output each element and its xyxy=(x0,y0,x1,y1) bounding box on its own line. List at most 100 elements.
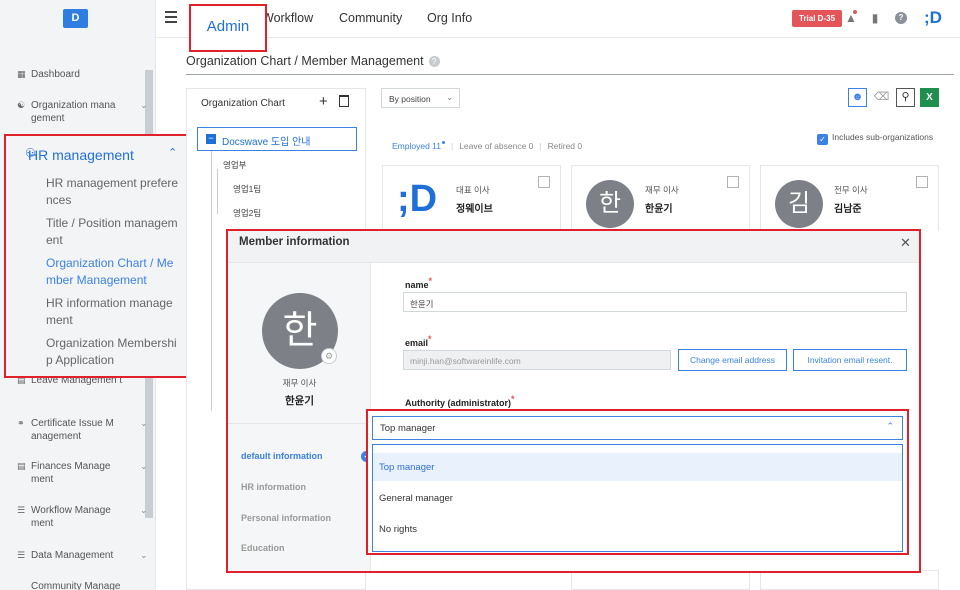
member-checkbox[interactable] xyxy=(727,176,739,188)
hr-management-menu: HR management ⚇ ⌃ HR management prefere … xyxy=(4,134,191,378)
authority-label-text: Authority (administrator) xyxy=(405,398,512,408)
member-card[interactable]: 김 전무 이사 김남준 xyxy=(760,165,939,231)
sort-select[interactable]: By position ⌄ xyxy=(381,88,460,108)
sidebar-item-label: Finances Manage ment xyxy=(31,461,111,485)
include-sub-orgs-label: Includes sub-organizations xyxy=(832,132,934,142)
member-checkbox[interactable] xyxy=(916,176,928,188)
avatar: 김 xyxy=(775,180,823,228)
chevron-down-icon: ⌄ xyxy=(140,100,148,110)
database-icon: ☰ xyxy=(17,550,26,560)
org-node[interactable]: 영업2팀 xyxy=(233,207,261,219)
nav-community[interactable]: Community xyxy=(339,11,402,25)
filter-retired[interactable]: Retired 0 xyxy=(548,141,583,151)
authority-options: Top manager General manager No rights xyxy=(372,444,903,552)
change-email-button[interactable]: Change email address xyxy=(678,349,787,371)
tab-personal-information[interactable]: Personal information xyxy=(241,513,331,523)
trial-badge[interactable]: Trial D-35 xyxy=(792,10,843,27)
filter-employed[interactable]: Employed 11 xyxy=(392,141,441,151)
dashboard-icon: ▦ xyxy=(17,69,26,79)
page-title-text: Organization Chart / Member Management xyxy=(186,54,424,68)
brand-logo[interactable]: ;D xyxy=(924,8,942,28)
help-icon[interactable]: ? xyxy=(895,12,907,24)
authority-label: Authority (administrator)* xyxy=(405,394,515,408)
member-card[interactable]: 한 재무 이사 한윤기 xyxy=(571,165,750,231)
profile-role: 재무 이사 xyxy=(282,378,317,388)
member-name: 한윤기 xyxy=(645,204,673,215)
delete-member-button[interactable]: ⌫ xyxy=(872,88,891,107)
option-general-manager[interactable]: General manager xyxy=(373,484,902,512)
logo-area: D xyxy=(0,0,156,38)
nav-admin[interactable]: Admin xyxy=(189,4,267,52)
option-no-rights[interactable]: No rights xyxy=(373,515,902,543)
tree-line xyxy=(217,169,218,214)
finances-icon: ▤ xyxy=(17,461,26,471)
tab-hr-information[interactable]: HR information xyxy=(241,482,306,492)
tab-default-information[interactable]: default information xyxy=(241,451,323,461)
chevron-up-icon[interactable]: ⌃ xyxy=(168,146,177,159)
nav-workflow[interactable]: Workflow xyxy=(262,11,313,25)
delete-org-icon[interactable] xyxy=(339,95,349,107)
search-button[interactable]: ⚲ xyxy=(896,88,915,107)
sidebar-sub-org-chart[interactable]: Organization Chart / Me mber Management xyxy=(46,255,182,289)
include-sub-orgs[interactable]: ✓ Includes sub-organizations xyxy=(817,132,933,145)
modal-profile-panel: 한 ⚙ 재무 이사 한윤기 default information HR inf… xyxy=(228,263,371,571)
authority-dropdown-highlight: Top manager ⌃ Top manager General manage… xyxy=(366,409,909,555)
org-root-node[interactable]: − Docswave 도입 안내 xyxy=(197,127,357,151)
sidebar-sub-membership-application[interactable]: Organization Membershi p Application xyxy=(46,335,182,369)
filter-dot xyxy=(441,141,445,144)
org-node[interactable]: 영업부 xyxy=(223,159,246,171)
member-card[interactable]: ;D 대표 이사 정웨이브 xyxy=(382,165,561,231)
sidebar-sub-hr-information[interactable]: HR information manage ment xyxy=(46,295,182,329)
sidebar-sub-title-position[interactable]: Title / Position managem ent xyxy=(46,215,182,249)
sidebar-item-label: Certificate Issue M anagement xyxy=(31,418,114,442)
tab-education[interactable]: Education xyxy=(241,543,285,553)
status-filters: Employed 11 | Leave of absence 0 | Retired 0 xyxy=(392,141,583,151)
gear-icon[interactable]: ⚙ xyxy=(321,348,337,364)
excel-export-button[interactable]: X xyxy=(920,88,939,107)
menu-icon[interactable] xyxy=(165,11,177,23)
name-field[interactable]: 한윤기 xyxy=(403,292,907,312)
profile-name: 한윤기 xyxy=(285,395,314,407)
chevron-down-icon: ⌄ xyxy=(140,418,148,428)
member-card[interactable] xyxy=(760,570,939,590)
sidebar-item-label: Organization mana gement xyxy=(31,100,116,124)
add-member-button[interactable]: ☻ xyxy=(848,88,867,107)
org-icon: ☯ xyxy=(17,100,26,110)
chevron-down-icon: ⌄ xyxy=(140,505,148,515)
hr-management-title: HR management xyxy=(28,147,134,163)
authority-selected-value: Top manager xyxy=(380,423,436,434)
page-title: Organization Chart / Member Management? xyxy=(186,54,440,68)
certificate-icon: ⚭ xyxy=(17,418,25,428)
collapse-icon[interactable]: − xyxy=(206,134,216,144)
sort-select-value: By position xyxy=(389,94,431,104)
option-top-manager[interactable]: Top manager xyxy=(373,453,902,481)
filter-leave[interactable]: Leave of absence 0 xyxy=(459,141,533,151)
bookmark-icon[interactable]: ▮ xyxy=(869,12,881,24)
authority-select[interactable]: Top manager ⌃ xyxy=(372,416,903,440)
resend-invitation-button[interactable]: Invitation email resent. xyxy=(793,349,907,371)
nav-org-info[interactable]: Org Info xyxy=(427,11,472,25)
hr-management-header[interactable]: HR management xyxy=(28,147,134,163)
member-role: 전무 이사 xyxy=(834,185,868,195)
email-field[interactable]: minji.han@softwareinlife.com xyxy=(403,350,671,370)
email-label-text: email xyxy=(405,338,429,348)
member-card[interactable] xyxy=(571,570,750,590)
member-name: 정웨이브 xyxy=(456,204,493,215)
workflow-icon: ☰ xyxy=(17,505,26,515)
sidebar-item-label: Community Manage xyxy=(31,581,121,590)
member-checkbox[interactable] xyxy=(538,176,550,188)
modal-title: Member information xyxy=(239,236,350,248)
title-divider xyxy=(186,74,954,75)
sidebar-sub-hr-preferences[interactable]: HR management prefere nces xyxy=(46,175,182,209)
add-org-icon[interactable]: + xyxy=(319,93,328,110)
help-icon[interactable]: ? xyxy=(428,56,440,67)
divider xyxy=(228,423,371,424)
member-name: 김남준 xyxy=(834,204,862,215)
org-root-label: Docswave 도입 안내 xyxy=(222,137,311,148)
name-label-text: name xyxy=(405,280,429,290)
checkbox-checked-icon[interactable]: ✓ xyxy=(817,134,828,145)
avatar: 한 xyxy=(586,180,634,228)
app-logo[interactable]: D xyxy=(63,9,88,28)
close-icon[interactable]: ✕ xyxy=(900,235,911,251)
org-node[interactable]: 영업1팀 xyxy=(233,183,261,195)
